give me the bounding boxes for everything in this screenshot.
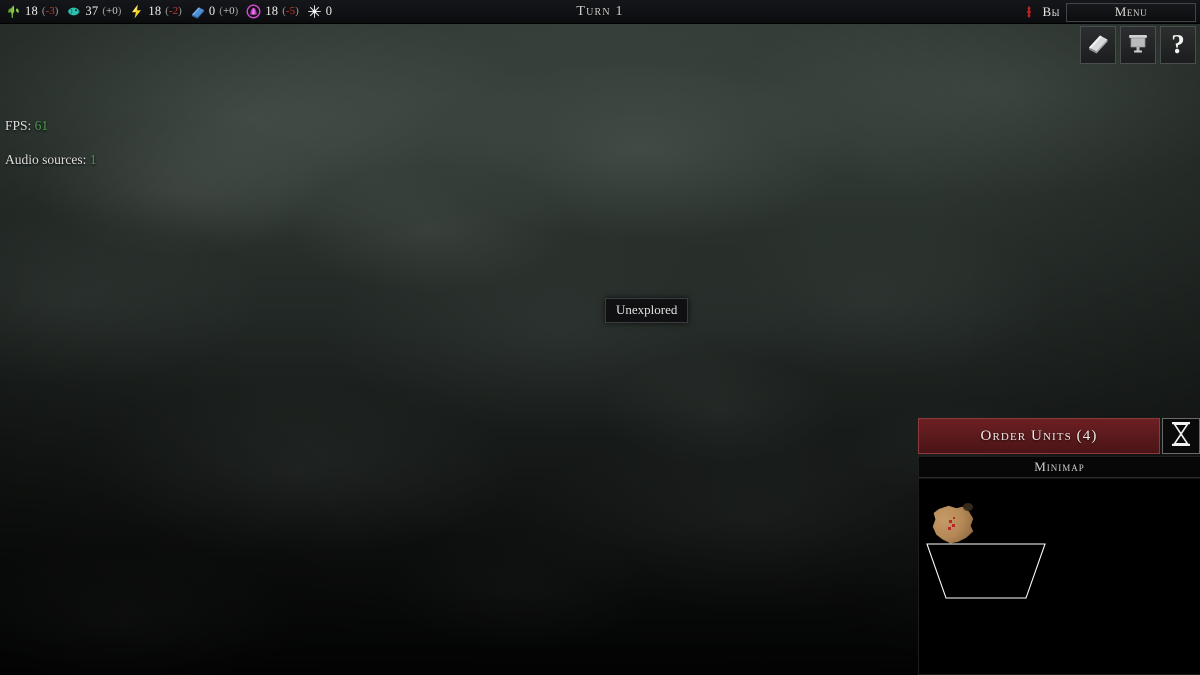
leaf-icon [6,4,21,19]
resource-research-delta: (+0) [219,5,239,17]
fps-label: FPS: [5,118,32,133]
top-right-group: Вы Menu [1022,0,1200,24]
faction-name-label: Вы [1042,4,1060,19]
scroll-button[interactable] [1120,26,1156,64]
minimap-header: Minimap [918,456,1200,478]
minimap-unit-marker [948,527,951,530]
help-button[interactable]: ? [1160,26,1196,64]
portal-icon [246,4,261,19]
resource-influence-delta: (-5) [282,5,299,17]
resource-production-value: 37 [85,4,99,19]
minimap-terrain-feature [963,503,973,511]
menu-button[interactable]: Menu [1066,2,1196,22]
hourglass-icon [1170,421,1192,452]
top-right-icon-bar: ? [1080,26,1196,64]
book-icon [190,4,205,19]
resource-influence-value: 18 [265,4,279,19]
resource-energy-delta: (-2) [165,5,182,17]
bottom-right-panel: Order Units (4) Minimap [918,418,1200,675]
question-mark-icon: ? [1171,28,1185,59]
codex-button[interactable] [1080,26,1116,64]
audio-sources-label: Audio sources: [5,152,87,167]
end-turn-button[interactable] [1162,418,1200,454]
tooltip-text: Unexplored [616,302,678,317]
minimap[interactable] [918,478,1200,675]
menu-button-label: Menu [1114,4,1148,19]
minimap-unit-marker [953,517,955,519]
minimap-unit-marker [949,520,952,523]
resource-research[interactable]: 0 (+0) [188,4,245,19]
resource-production[interactable]: 37 (+0) [64,4,127,19]
resource-food-delta: (-3) [41,5,59,17]
resource-food-value: 18 [25,4,38,19]
resource-unrest[interactable]: 0 [305,4,338,19]
resource-energy[interactable]: 18 (-2) [127,4,187,19]
book-icon [1086,31,1110,60]
fps-value: 61 [34,118,49,133]
resource-unrest-value: 0 [325,4,333,19]
game-screen: FPS: 61 Audio sources: 1 Unexplored 18 (… [0,0,1200,675]
top-resource-bar: 18 (-3) 37 (+0) 18 (-2) 0 (+0) 18 (-5) 0… [0,0,1200,24]
turn-counter-label: Turn 1 [576,4,624,19]
minimap-title: Minimap [1034,459,1085,474]
audio-sources-value: 1 [89,152,97,167]
lightning-icon [129,4,144,19]
resource-production-delta: (+0) [102,5,122,17]
faction-emblem-icon [1022,4,1036,20]
resource-research-value: 0 [208,4,216,19]
fish-icon [66,4,81,19]
burst-icon [307,4,322,19]
audio-sources-counter: Audio sources: 1 [5,152,97,168]
scroll-icon [1126,31,1150,60]
minimap-viewport-indicator[interactable] [925,543,1047,601]
order-units-button[interactable]: Order Units (4) [918,418,1160,454]
fps-counter: FPS: 61 [5,118,48,134]
resource-energy-value: 18 [148,4,162,19]
order-units-label: Order Units (4) [980,427,1098,444]
resource-food[interactable]: 18 (-3) [4,4,64,19]
resource-influence[interactable]: 18 (-5) [244,4,304,19]
tile-tooltip: Unexplored [605,298,689,323]
resource-group: 18 (-3) 37 (+0) 18 (-2) 0 (+0) 18 (-5) 0 [0,4,338,19]
minimap-unit-marker [952,524,955,527]
panel-action-row: Order Units (4) [918,418,1200,454]
